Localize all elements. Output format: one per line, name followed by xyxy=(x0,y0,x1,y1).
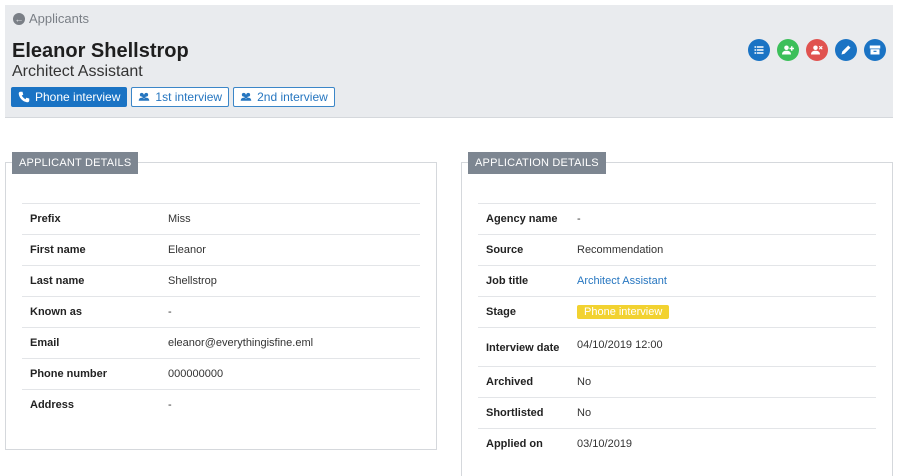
job-title-link[interactable]: Architect Assistant xyxy=(577,275,667,287)
add-user-icon xyxy=(782,45,794,55)
row-label: Stage xyxy=(486,306,516,318)
applicant-job-title: Architect Assistant xyxy=(12,63,143,80)
row-label: Prefix xyxy=(30,213,61,225)
list-icon xyxy=(754,46,764,54)
detail-row-first-name: First name Eleanor xyxy=(22,234,420,265)
row-label: Archived xyxy=(486,376,534,388)
stage-buttons: Phone interview 1st interview 2nd interv… xyxy=(11,87,335,107)
row-label: Agency name xyxy=(486,213,558,225)
row-label: Email xyxy=(30,337,60,349)
header-actions xyxy=(748,39,886,61)
detail-row-applied-on: Applied on 03/10/2019 xyxy=(478,428,876,459)
list-button[interactable] xyxy=(748,39,770,61)
row-value: Miss xyxy=(168,213,191,225)
row-value: - xyxy=(168,399,172,411)
stage-label: 1st interview xyxy=(155,90,223,104)
row-label: Applied on xyxy=(486,438,543,450)
application-details-rows: Agency name - Source Recommendation Job … xyxy=(478,203,876,459)
detail-row-last-name: Last name Shellstrop xyxy=(22,265,420,296)
applicant-details-rows: Prefix Miss First name Eleanor Last name… xyxy=(22,203,420,420)
edit-icon xyxy=(841,45,851,55)
stage-1st-interview-button[interactable]: 1st interview xyxy=(131,87,230,107)
row-value: - xyxy=(168,306,172,318)
phone-icon xyxy=(18,91,30,103)
row-label: Known as xyxy=(30,306,82,318)
row-value: No xyxy=(577,376,592,388)
row-value: Shellstrop xyxy=(168,275,217,287)
detail-row-prefix: Prefix Miss xyxy=(22,203,420,234)
edit-button[interactable] xyxy=(835,39,857,61)
row-label: Job title xyxy=(486,275,529,287)
row-label: Interview date xyxy=(478,338,569,356)
row-value: 000000000 xyxy=(168,368,224,380)
group-icon xyxy=(139,92,150,101)
row-value: eleanor@everythingisfine.eml xyxy=(168,337,314,349)
detail-row-phone-number: Phone number 000000000 xyxy=(22,358,420,389)
row-label: First name xyxy=(30,244,86,256)
row-value: 04/10/2019 12:00 xyxy=(577,339,663,351)
arrow-left-circle-icon: ← xyxy=(13,12,25,25)
shortlist-button[interactable] xyxy=(777,39,799,61)
row-value: No xyxy=(577,407,592,419)
detail-row-source: Source Recommendation xyxy=(478,234,876,265)
row-label: Shortlisted xyxy=(486,407,544,419)
remove-user-icon xyxy=(811,45,823,55)
row-value: Recommendation xyxy=(577,244,664,256)
stage-phone-interview-button[interactable]: Phone interview xyxy=(11,87,128,107)
back-link-label: Applicants xyxy=(29,11,89,26)
applicant-details-panel: APPLICANT DETAILS Prefix Miss First name… xyxy=(5,152,437,450)
row-label: Address xyxy=(30,399,75,411)
detail-row-known-as: Known as - xyxy=(22,296,420,327)
row-value: Architect Assistant xyxy=(577,275,876,287)
row-label: Source xyxy=(486,244,524,256)
applicant-header: ← Applicants Eleanor Shellstrop Architec… xyxy=(5,5,893,118)
detail-row-stage: Stage Phone interview xyxy=(478,296,876,327)
archive-button[interactable] xyxy=(864,39,886,61)
interview-date-label: Interview date xyxy=(486,342,560,354)
panel-title: APPLICANT DETAILS xyxy=(12,152,139,174)
application-details-panel: APPLICATION DETAILS Agency name - Source… xyxy=(461,152,893,476)
row-value: - xyxy=(577,213,581,225)
stage-label: 2nd interview xyxy=(257,90,328,104)
detail-row-job-title: Job title Architect Assistant xyxy=(478,265,876,296)
back-to-applicants-link[interactable]: ← Applicants xyxy=(13,11,89,26)
panel-title: APPLICATION DETAILS xyxy=(468,152,606,174)
row-value: 03/10/2019 xyxy=(577,438,633,450)
row-label: Last name xyxy=(30,275,85,287)
detail-row-archived: Archived No xyxy=(478,366,876,397)
detail-row-email: Email eleanor@everythingisfine.eml xyxy=(22,327,420,358)
stage-2nd-interview-button[interactable]: 2nd interview xyxy=(233,87,335,107)
stage-label: Phone interview xyxy=(35,90,121,104)
archive-icon xyxy=(869,45,881,55)
row-label: Phone number xyxy=(30,368,108,380)
row-value: Eleanor xyxy=(168,244,206,256)
group-icon xyxy=(240,92,252,101)
detail-row-shortlisted: Shortlisted No xyxy=(478,397,876,428)
detail-row-agency-name: Agency name - xyxy=(478,203,876,234)
applicant-name: Eleanor Shellstrop xyxy=(12,40,189,62)
detail-row-address: Address - xyxy=(22,389,420,420)
detail-row-interview-date: Interview date 04/10/2019 12:00 xyxy=(478,327,876,366)
stage-badge: Phone interview xyxy=(577,305,670,319)
reject-button[interactable] xyxy=(806,39,828,61)
row-value: Phone interview xyxy=(577,305,876,319)
